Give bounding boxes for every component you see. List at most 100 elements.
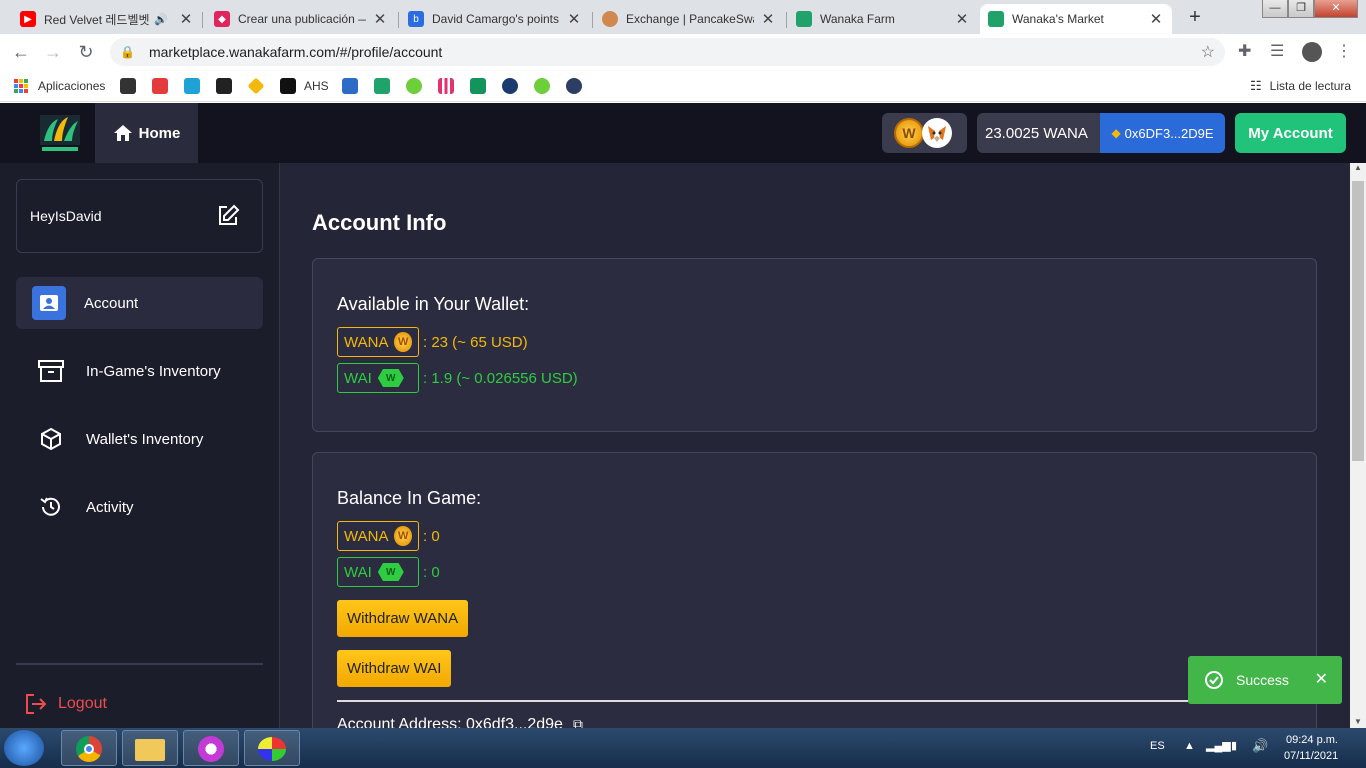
bookmark-icon[interactable] (534, 77, 550, 95)
bookmark-icon[interactable] (247, 77, 265, 95)
browser-tab[interactable]: Wanaka Farm ✕ (788, 4, 978, 34)
sidebar-item-wallet-inventory[interactable]: Wallet's Inventory (16, 413, 263, 465)
bookmark-ahs[interactable]: AHS (280, 77, 329, 95)
scrollbar-thumb[interactable] (1352, 181, 1364, 461)
wana-coin-icon: W (394, 332, 412, 352)
browser-tab-active[interactable]: Wanaka's Market ✕ (980, 4, 1172, 34)
bookmark-icon[interactable] (406, 77, 422, 95)
logout-icon (26, 694, 47, 714)
success-toast: Success ✕ (1188, 656, 1342, 704)
close-tab-icon[interactable]: ✕ (178, 10, 194, 28)
sidebar-item-account[interactable]: Account (16, 277, 263, 329)
sidebar-divider (16, 663, 263, 665)
reading-list[interactable]: ☷ Lista de lectura (1250, 77, 1351, 95)
new-tab-button[interactable]: + (1182, 6, 1208, 28)
wallet-wana-value: : 23 (~ 65 USD) (423, 333, 528, 351)
system-tray: ES ▲ ▂▄▆ ▮ 🔊 09:24 p.m. 07/11/2021 (1136, 728, 1366, 768)
profile-avatar[interactable] (1302, 42, 1322, 62)
show-hidden-icons[interactable]: ▲ (1184, 740, 1195, 752)
withdraw-wai-button[interactable]: Withdraw WAI (337, 650, 452, 687)
chrome-taskbar-icon[interactable] (61, 730, 117, 766)
browser-tab[interactable]: Exchange | PancakeSwap ✕ (594, 4, 784, 34)
close-toast-icon[interactable]: ✕ (1315, 669, 1328, 689)
bookmark-icon[interactable] (502, 77, 518, 95)
main-content: Account Info Available in Your Wallet: W… (281, 163, 1350, 728)
volume-icon[interactable]: 🔊 (1252, 738, 1268, 754)
profile-sidebar: HeyIsDavid Account In-Game's Inventory W… (0, 163, 280, 728)
clock-date[interactable]: 07/11/2021 (1284, 750, 1338, 762)
bookmark-icon[interactable] (184, 77, 200, 95)
bookmark-icon[interactable] (120, 77, 136, 95)
language-indicator[interactable]: ES (1150, 740, 1165, 752)
minimize-button[interactable]: — (1262, 0, 1288, 18)
bookmark-apps[interactable]: Aplicaciones (14, 77, 105, 95)
battery-icon[interactable]: ▮ (1231, 739, 1237, 752)
wallet-balance-widget[interactable]: 23.0025 WANA ◆ 0x6DF3...2D9E (977, 113, 1225, 153)
signal-icon[interactable]: ▂▄▆ (1206, 739, 1231, 752)
bookmark-star-icon[interactable]: ☆ (1201, 42, 1215, 62)
wallet-address-button[interactable]: ◆ 0x6DF3...2D9E (1100, 113, 1225, 153)
close-tab-icon[interactable]: ✕ (1148, 10, 1164, 28)
wai-badge: WAI W (337, 557, 419, 587)
history-clock-icon (34, 490, 68, 524)
home-nav-button[interactable]: Home (95, 103, 198, 163)
start-button[interactable] (4, 730, 44, 766)
wana-coin-icon: W (894, 118, 924, 148)
wallet-balance-card: Available in Your Wallet: WANA W : 23 (~ … (312, 258, 1317, 432)
back-icon[interactable]: ← (10, 42, 32, 63)
bookmark-icon[interactable] (566, 77, 582, 95)
page-scrollbar[interactable]: ▲ ▼ (1350, 163, 1366, 728)
forward-icon[interactable]: → (42, 42, 64, 63)
wana-coin-icon: W (394, 526, 412, 546)
reading-mode-icon[interactable]: ☰ (1270, 41, 1284, 61)
bookmark-icon[interactable] (438, 77, 454, 95)
wallet-wai-row: WAI W : 1.9 (~ 0.026556 USD) (337, 363, 578, 393)
pancakeswap-icon (602, 11, 618, 27)
copy-icon[interactable]: ⧉ (573, 716, 583, 728)
browser-tab[interactable]: ◆ Crear una publicación — ✕ (206, 4, 396, 34)
extensions-icon[interactable]: ✚ (1238, 41, 1251, 61)
bookmark-icon[interactable] (374, 77, 390, 95)
menu-icon[interactable]: ⋮ (1336, 41, 1352, 61)
browser-tab[interactable]: ▶ Red Velvet 레드벨벳 🔊 ✕ (12, 4, 202, 34)
close-tab-icon[interactable]: ✕ (760, 10, 776, 28)
edit-icon[interactable] (216, 204, 240, 228)
sidebar-item-activity[interactable]: Activity (16, 481, 263, 533)
close-tab-icon[interactable]: ✕ (372, 10, 388, 28)
wai-gem-icon: W (377, 563, 404, 581)
points-icon: b (408, 11, 424, 27)
card-divider (337, 700, 1277, 702)
reload-icon[interactable]: ↻ (75, 42, 97, 63)
my-account-button[interactable]: My Account (1235, 113, 1346, 153)
close-window-button[interactable]: ✕ (1314, 0, 1358, 18)
browser-window: ▶ Red Velvet 레드벨벳 🔊 ✕ ◆ Crear una publicació… (0, 0, 1366, 103)
home-icon (113, 125, 132, 141)
archive-box-icon (34, 354, 68, 388)
itunes-taskbar-icon[interactable] (183, 730, 239, 766)
paint-taskbar-icon[interactable] (244, 730, 300, 766)
browser-tab[interactable]: b David Camargo's points ✕ (400, 4, 590, 34)
wai-badge: WAI W (337, 363, 419, 393)
lock-icon: 🔒 (120, 45, 135, 59)
sidebar-item-ingame-inventory[interactable]: In-Game's Inventory (16, 345, 263, 397)
game-heading: Balance In Game: (337, 488, 482, 508)
youtube-icon: ▶ (20, 11, 36, 27)
game-wai-value: : 0 (423, 563, 440, 581)
logout-button[interactable]: Logout (24, 693, 107, 715)
url-bar[interactable]: 🔒 marketplace.wanakafarm.com/#/profile/ac… (110, 38, 1225, 66)
close-tab-icon[interactable]: ✕ (566, 10, 582, 28)
wanaka-logo[interactable] (38, 111, 82, 155)
bookmark-icon[interactable] (470, 77, 486, 95)
explorer-taskbar-icon[interactable] (122, 730, 178, 766)
token-switcher[interactable]: W (882, 113, 967, 153)
address-bar-row: ← → ↻ 🔒 marketplace.wanakafarm.com/#/prof… (0, 34, 1366, 70)
clock-time[interactable]: 09:24 p.m. (1286, 734, 1338, 746)
close-tab-icon[interactable]: ✕ (954, 10, 970, 28)
bookmark-icon[interactable] (216, 77, 232, 95)
maximize-button[interactable]: ❐ (1288, 0, 1314, 18)
bookmark-icon[interactable] (152, 77, 168, 95)
withdraw-wana-button[interactable]: Withdraw WANA (337, 600, 469, 637)
wallet-wana-row: WANA W : 23 (~ 65 USD) (337, 327, 528, 357)
bookmark-icon[interactable] (342, 77, 358, 95)
speaker-icon[interactable]: 🔊 (154, 13, 168, 26)
